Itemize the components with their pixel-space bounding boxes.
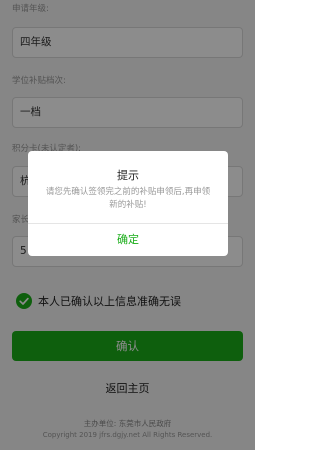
dialog-ok-button[interactable]: 确定	[28, 224, 228, 256]
page: 申请年级: 四年级 学位补贴档次: 一档 积分卡(未认定者): 杭 家长手机号:…	[0, 0, 255, 450]
dialog-title: 提示	[117, 169, 139, 182]
dialog-message: 请您先确认签领完之前的补贴申领后,再申领新的补贴!	[45, 187, 211, 210]
alert-dialog: 提示 请您先确认签领完之前的补贴申领后,再申领新的补贴! 确定	[28, 151, 228, 256]
